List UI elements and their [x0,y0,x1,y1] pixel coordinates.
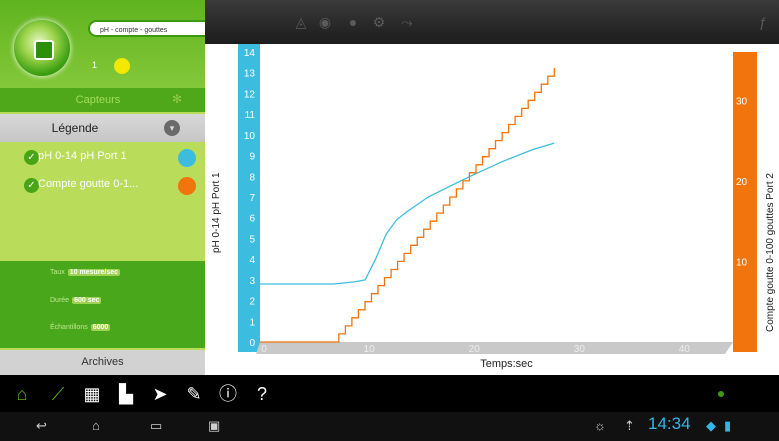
x-tick-label: 10 [364,344,376,355]
y-tick-label: 8 [249,172,255,183]
chart-toolbar: ◬ ◉ ● ⚙ ⤳ ƒ [205,0,779,44]
legend-item[interactable]: ✓ pH 0-14 pH Port 1 [0,144,205,172]
home-outline-icon[interactable]: ⌂ [92,418,100,434]
y-tick-label: 14 [244,48,256,59]
wifi-icon: ◆ [706,418,716,433]
y-tick-label: 5 [249,234,255,245]
x-tick-label: 0 [261,344,267,355]
settings-small-icon[interactable]: ☼ [594,418,606,434]
y2-tick-label: 10 [736,257,748,268]
help-icon[interactable]: ? [250,382,274,406]
x-tick-label: 40 [679,344,691,355]
gear-icon[interactable]: ✻ [172,93,184,105]
bar-chart-icon[interactable]: ▙ [114,382,138,406]
y-tick-label: 4 [249,255,255,266]
screenshot-icon[interactable]: ▣ [208,418,220,434]
y-axis-label: pH 0-14 pH Port 1 [211,172,222,253]
y-tick-label: 11 [245,110,256,121]
chart-area[interactable]: 0 1 2 3 4 5 6 7 8 9 10 11 12 13 14 pH 0-14 pH Port 1 10 2… [205,44,779,375]
legend-item[interactable]: ✓ Compte goutte 0-1... [0,172,205,200]
legend-item-label: Compte goutte 0-1... [38,178,139,190]
samples-param[interactable]: Échantillons 6000 [50,324,111,331]
graph-icon[interactable]: ⟋ [46,382,70,406]
x-axis-band [256,342,733,354]
check-icon[interactable]: ✓ [24,178,39,193]
check-icon[interactable]: ✓ [24,150,39,165]
y-tick-label: 9 [249,152,255,163]
bottom-nav: ⌂ ⟋ ▦ ▙ ➤ ✎ ⓘ ? [0,376,779,412]
y2-tick-label: 20 [736,177,748,188]
sensor-count: 1 [92,60,98,70]
info-icon[interactable]: ⓘ [216,382,240,406]
table-icon[interactable]: ▦ [80,382,104,406]
y-tick-label: 1 [249,317,255,328]
y2-tick-label: 30 [736,96,748,107]
y2-axis-label: Compte goutte 0-100 gouttes Port 2 [765,173,776,332]
archives-button[interactable]: Archives [0,350,205,375]
legend-label: Légende [51,121,99,135]
x-tick-label: 20 [469,344,481,355]
y-tick-label: 2 [249,297,255,308]
legend-collapse-icon[interactable]: ▾ [164,120,180,136]
y-tick-label: 12 [244,89,256,100]
fx-icon[interactable]: ƒ [755,14,771,30]
status-dot [718,391,724,397]
settings-icon[interactable]: ⚙ [371,14,387,30]
compass-icon[interactable]: ➤ [148,382,172,406]
legend-item-label: pH 0-14 pH Port 1 [38,150,127,162]
camera-icon[interactable]: ◉ [317,14,333,30]
back-icon[interactable]: ↩ [36,418,47,434]
chart-icon[interactable]: ◬ [293,14,309,30]
series-color-swatch[interactable] [178,177,196,195]
y-tick-label: 0 [249,338,255,349]
recent-apps-icon[interactable]: ▭ [150,418,162,434]
rate-param[interactable]: Taux 10 mesure/sec [50,269,121,276]
y-tick-label: 3 [249,276,255,287]
y-tick-label: 7 [249,193,255,204]
series-line-ph [260,142,555,285]
battery-icon: ▮ [724,418,732,433]
x-tick-label: 30 [574,344,586,355]
x-axis-label: Temps:sec [480,358,533,370]
sensors-label: Capteurs [75,94,121,106]
upload-icon[interactable]: ⇡ [624,418,635,434]
app-logo[interactable] [14,20,70,76]
share-icon[interactable]: ⤳ [399,14,415,30]
acquisition-params: Taux 10 mesure/sec Durée 600 sec Échantill… [0,261,205,348]
y-tick-label: 13 [244,69,256,80]
record-icon[interactable]: ● [345,14,361,30]
system-bar: ↩ ⌂ ▭ ▣ ☼ ⇡ 14:34 ◆ ▮ [0,412,779,441]
series-color-swatch[interactable] [178,149,196,167]
logo-square-icon [34,40,54,60]
chart-svg[interactable]: 01234567891011121314pH 0-14 pH Port 1102… [205,44,779,375]
home-icon[interactable]: ⌂ [10,382,34,406]
status-badge [114,58,130,74]
y-tick-label: 6 [249,214,255,225]
series-line-drops [260,68,555,343]
clock: 14:34 [648,414,691,433]
y-tick-label: 10 [244,131,256,142]
pen-icon[interactable]: ✎ [182,382,206,406]
duration-param[interactable]: Durée 600 sec [50,297,102,304]
